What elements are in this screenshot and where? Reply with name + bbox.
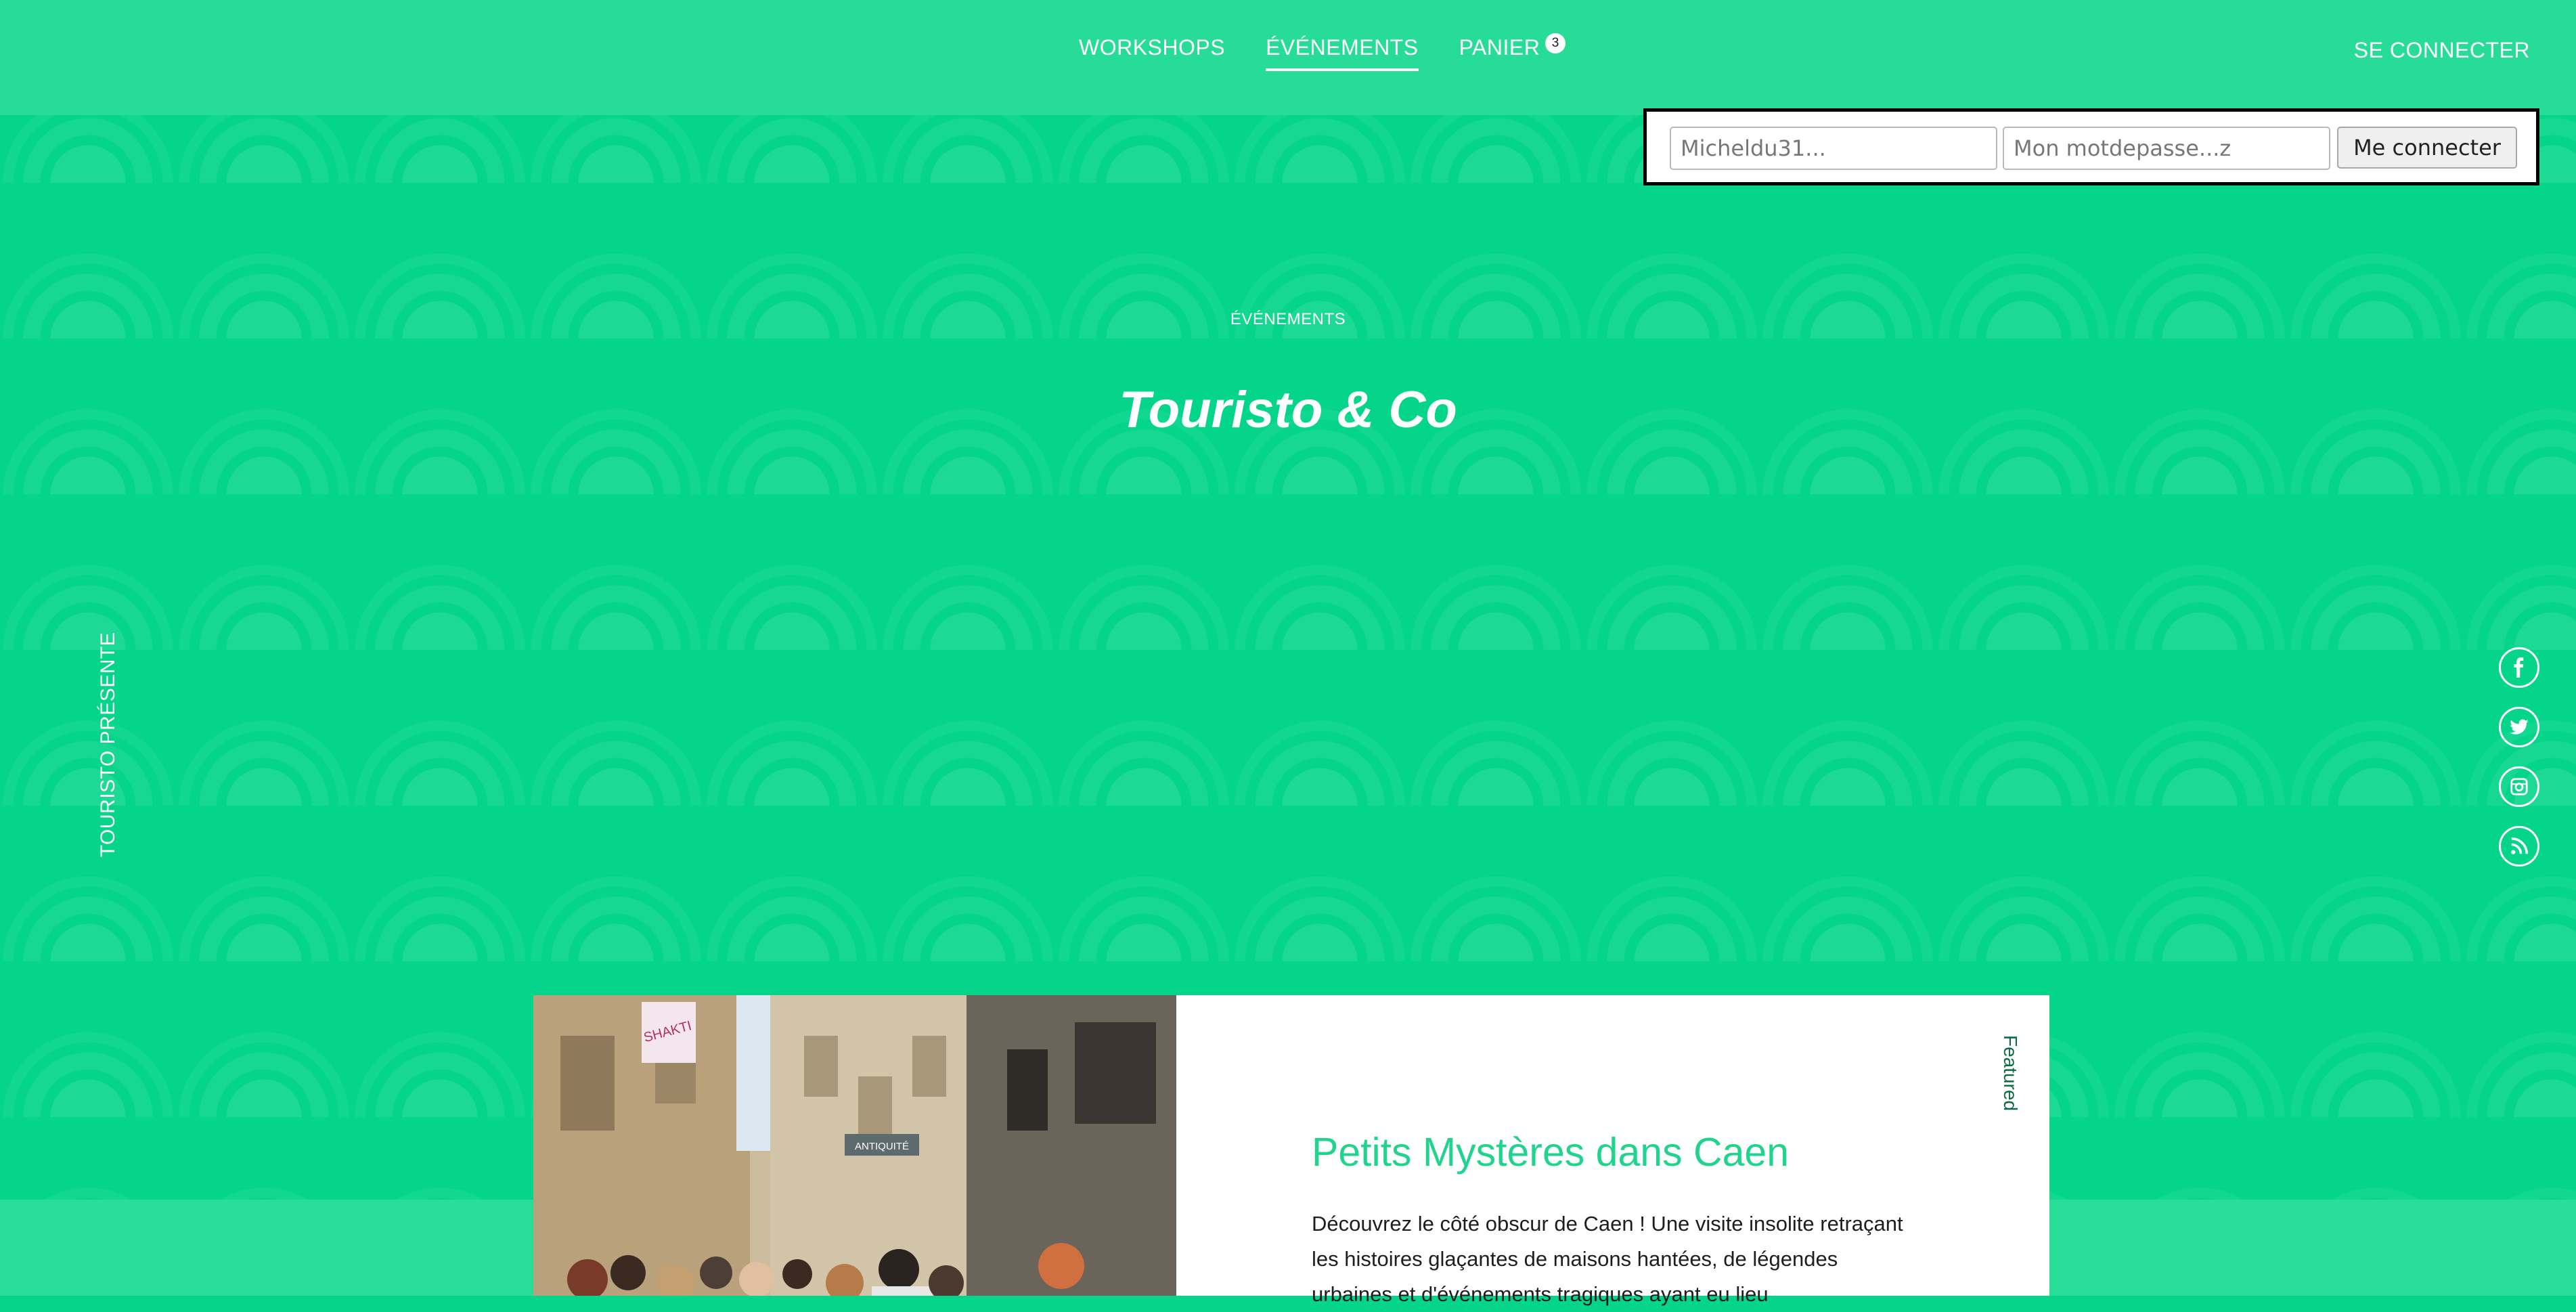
twitter-icon[interactable] — [2499, 707, 2539, 747]
username-input[interactable] — [1670, 127, 1997, 170]
event-photo: SHAKTI ANTIQUITÉ — [533, 995, 1176, 1296]
event-title[interactable]: Petits Mystères dans Caen — [1312, 1129, 1789, 1175]
shop-sign-antiquite-text: ANTIQUITÉ — [855, 1141, 909, 1152]
featured-label: Featured — [2000, 1034, 2021, 1112]
facebook-icon[interactable] — [2499, 647, 2539, 688]
main-nav: WORKSHOPS ÉVÉNEMENTS PANIER 3 — [1079, 33, 1566, 71]
event-description: Découvrez le côté obscur de Caen ! Une v… — [1312, 1212, 1903, 1306]
hero-kicker: ÉVÉNEMENTS — [1230, 310, 1346, 328]
nav-panier-label: PANIER — [1459, 35, 1540, 60]
top-navbar: WORKSHOPS ÉVÉNEMENTS PANIER 3 SE CONNECT… — [0, 0, 2576, 115]
login-submit-button[interactable]: Me connecter — [2337, 127, 2517, 169]
cart-count-badge: 3 — [1545, 33, 1566, 53]
rss-icon[interactable] — [2499, 826, 2539, 867]
password-input[interactable] — [2003, 127, 2330, 170]
login-dropdown: Me connecter — [1643, 108, 2539, 185]
side-vertical-text: TOURISTO PRÉSENTE — [97, 632, 119, 858]
nav-panier[interactable]: PANIER 3 — [1459, 33, 1566, 71]
shop-sign-antiquite: ANTIQUITÉ — [845, 1134, 919, 1156]
nav-login-link[interactable]: SE CONNECTER — [2354, 38, 2530, 63]
shop-sign-shakti: SHAKTI — [642, 1002, 696, 1063]
social-links — [2499, 647, 2539, 867]
page-title: Touristo & Co — [1119, 381, 1457, 439]
instagram-icon[interactable] — [2499, 766, 2539, 807]
nav-evenements[interactable]: ÉVÉNEMENTS — [1266, 35, 1419, 71]
nav-workshops[interactable]: WORKSHOPS — [1079, 35, 1225, 71]
